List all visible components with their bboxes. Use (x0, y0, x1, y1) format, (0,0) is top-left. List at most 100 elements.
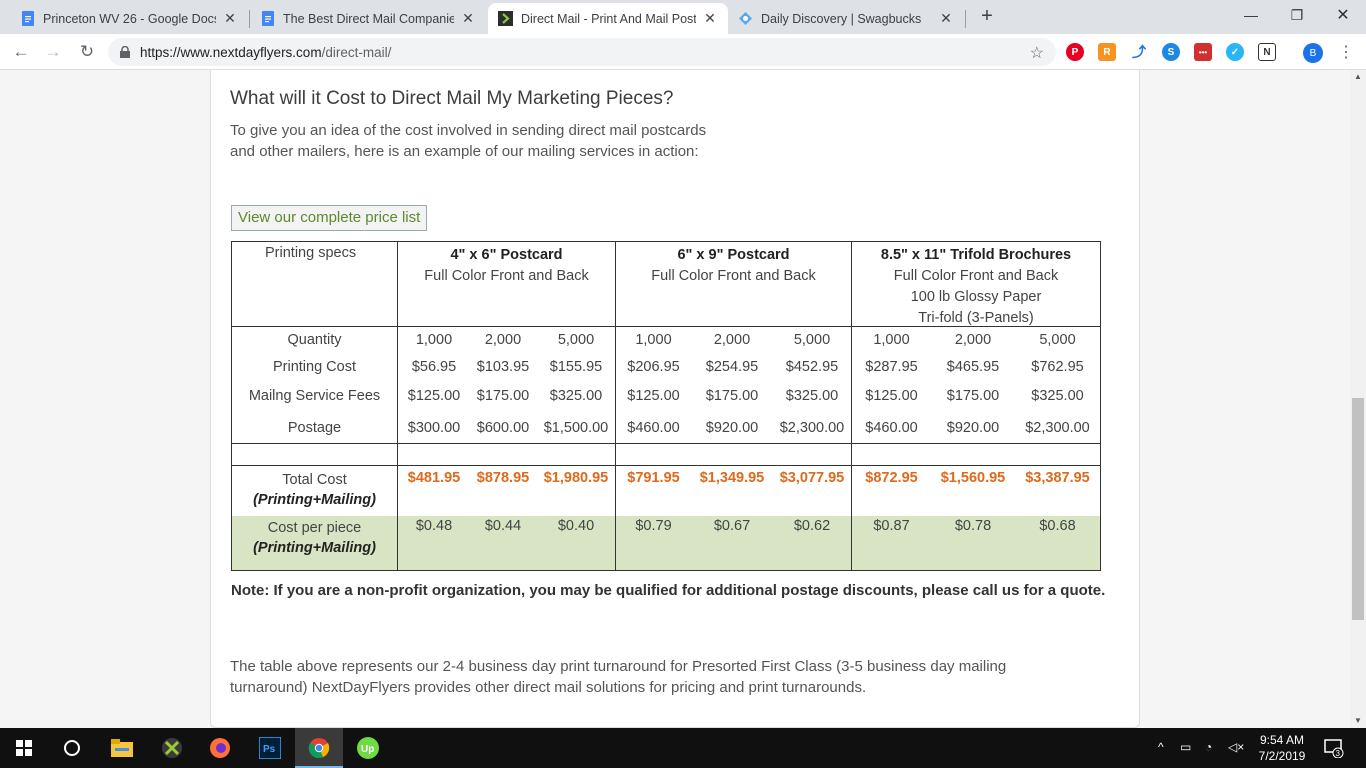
profile-avatar[interactable]: B (1303, 43, 1323, 63)
quantity-cell: 2,000 (484, 332, 522, 348)
total-cost-cell: $872.95 (865, 470, 918, 486)
product-title: 4" x 6" Postcard (450, 247, 563, 263)
scroll-down-arrow-icon[interactable]: ▼ (1350, 714, 1366, 728)
url-host: https://www.nextdayflyers.com (140, 44, 322, 60)
mailing-fee-cell: $175.00 (705, 388, 759, 404)
menu-icon[interactable]: ⋮ (1338, 42, 1354, 62)
address-bar[interactable]: https://www.nextdayflyers.com/direct-mai… (108, 38, 1056, 66)
product-spec: 100 lb Glossy Paper (910, 289, 1042, 305)
xbox-icon[interactable] (158, 734, 186, 762)
svg-text:Ps: Ps (263, 744, 276, 755)
product-spec: Full Color Front and Back (651, 268, 816, 284)
lock-icon (120, 46, 130, 58)
printing-cost-cell: $56.95 (411, 359, 457, 375)
reload-button[interactable]: ↻ (76, 41, 98, 63)
quantity-cell: 1,000 (415, 332, 453, 348)
honey-icon[interactable]: ✓ (1226, 43, 1244, 61)
view-price-list-button[interactable]: View our complete price list (231, 205, 428, 231)
close-icon[interactable]: ✕ (702, 10, 718, 27)
total-cost-cell: $1,349.95 (699, 470, 765, 486)
chrome-icon[interactable] (305, 734, 333, 762)
maximize-button[interactable]: ❐ (1274, 0, 1320, 30)
back-button[interactable]: ← (10, 41, 32, 63)
product-title: 8.5" x 11" Trifold Brochures (880, 247, 1072, 263)
printing-cost-cell: $206.95 (627, 359, 680, 375)
rakuten-icon[interactable]: R (1098, 43, 1116, 61)
cost-per-piece-cell: $0.62 (793, 518, 831, 534)
row-label-printing: Printing Cost (272, 359, 356, 375)
mailing-fee-cell: $125.00 (627, 388, 680, 404)
tray-chevron-icon[interactable]: ^ (1158, 740, 1164, 754)
page-heading: What will it Cost to Direct Mail My Mark… (230, 88, 674, 109)
forward-button[interactable]: → (42, 41, 64, 63)
total-cost-cell: $3,077.95 (779, 470, 845, 486)
windows-taskbar: Ps Up ^ ▭ ◔ ◁× 9:54 AM 7/2/2019 3 (0, 728, 1366, 768)
scroll-up-arrow-icon[interactable]: ▲ (1350, 70, 1366, 84)
product-title: 6" x 9" Postcard (677, 247, 790, 263)
notion-icon[interactable]: N (1258, 43, 1276, 61)
system-clock[interactable]: 9:54 AM 7/2/2019 (1250, 732, 1314, 764)
close-icon[interactable]: ✕ (222, 10, 238, 27)
upwork-icon[interactable]: Up (354, 734, 382, 762)
printing-cost-cell: $287.95 (865, 359, 918, 375)
bookmark-star-icon[interactable]: ☆ (1030, 43, 1044, 63)
minimize-button[interactable]: — (1228, 0, 1274, 30)
quantity-cell: 5,000 (557, 332, 595, 348)
postage-cell: $2,300.00 (779, 420, 845, 436)
volume-muted-icon[interactable]: ◁× (1228, 740, 1244, 754)
windows-start-icon[interactable] (10, 734, 38, 762)
clock-time: 9:54 AM (1259, 733, 1305, 747)
close-icon[interactable]: ✕ (460, 10, 476, 27)
lastpass-icon[interactable]: ••• (1194, 43, 1212, 61)
pinterest-icon[interactable]: P (1066, 43, 1084, 61)
postage-cell: $600.00 (476, 420, 530, 436)
row-label-per-piece: Cost per piece (Printing+Mailing) (232, 518, 397, 558)
total-cost-cell: $3,387.95 (1025, 470, 1090, 486)
page-scrollbar[interactable]: ▲ ▼ (1350, 70, 1366, 728)
url-path: /direct-mail/ (321, 44, 392, 60)
row-label-total: Total Cost (Printing+Mailing) (232, 470, 397, 510)
tab-google-docs[interactable]: Princeton WV 26 - Google Docs ✕ (10, 3, 248, 34)
printing-cost-cell: $254.95 (705, 359, 759, 375)
tab-best-direct-mail[interactable]: The Best Direct Mail Companies ✕ (250, 3, 486, 34)
photoshop-icon[interactable]: Ps (256, 734, 284, 762)
battery-icon[interactable]: ▭ (1180, 740, 1191, 754)
extension-icon[interactable]: ⤴ (1130, 43, 1148, 61)
row-label-mailing: Mailng Service Fees (248, 388, 381, 404)
swagbucks-ext-icon[interactable]: S (1162, 43, 1180, 61)
tab-strip: Princeton WV 26 - Google Docs ✕ The Best… (0, 0, 1366, 34)
total-cost-cell: $1,560.95 (940, 470, 1006, 486)
search-circle-icon[interactable] (58, 734, 86, 762)
total-cost-cell: $878.95 (476, 470, 530, 486)
postage-cell: $460.00 (627, 420, 680, 436)
clock-date: 7/2/2019 (1258, 749, 1306, 763)
nextdayflyers-icon (498, 11, 513, 26)
new-tab-button[interactable]: + (976, 6, 998, 28)
cost-per-piece-cell: $0.48 (415, 518, 453, 534)
mailing-fee-cell: $175.00 (946, 388, 1000, 404)
product-spec: Full Color Front and Back (424, 268, 589, 284)
printing-cost-cell: $452.95 (785, 359, 839, 375)
cost-per-piece-cell: $0.87 (873, 518, 910, 534)
intro-text: To give you an idea of the cost involved… (230, 120, 750, 162)
firefox-icon[interactable] (206, 734, 234, 762)
wifi-icon[interactable]: ◔ (1205, 740, 1212, 754)
cost-per-piece-cell: $0.67 (713, 518, 751, 534)
mailing-fee-cell: $125.00 (407, 388, 461, 404)
postage-cell: $460.00 (865, 420, 918, 436)
cost-per-piece-cell: $0.78 (954, 518, 992, 534)
paragraph-line: turnaround) NextDayFlyers provides other… (230, 679, 867, 696)
row-label: Cost per piece (267, 520, 362, 536)
mailing-fee-cell: $325.00 (1031, 388, 1084, 404)
row-label-note: (Printing+Mailing) (253, 540, 376, 556)
postage-cell: $2,300.00 (1025, 420, 1090, 436)
tab-direct-mail[interactable]: Direct Mail - Print And Mail Postc ✕ (488, 3, 728, 34)
postage-cell: $920.00 (946, 420, 1000, 436)
file-explorer-icon[interactable] (108, 734, 136, 762)
scroll-thumb[interactable] (1352, 398, 1364, 620)
notification-icon[interactable]: 3 (1324, 738, 1344, 759)
close-icon[interactable]: ✕ (938, 10, 954, 27)
svg-text:Up: Up (361, 744, 374, 755)
tab-swagbucks[interactable]: Daily Discovery | Swagbucks ✕ (728, 3, 964, 34)
window-close-button[interactable]: ✕ (1320, 0, 1366, 30)
